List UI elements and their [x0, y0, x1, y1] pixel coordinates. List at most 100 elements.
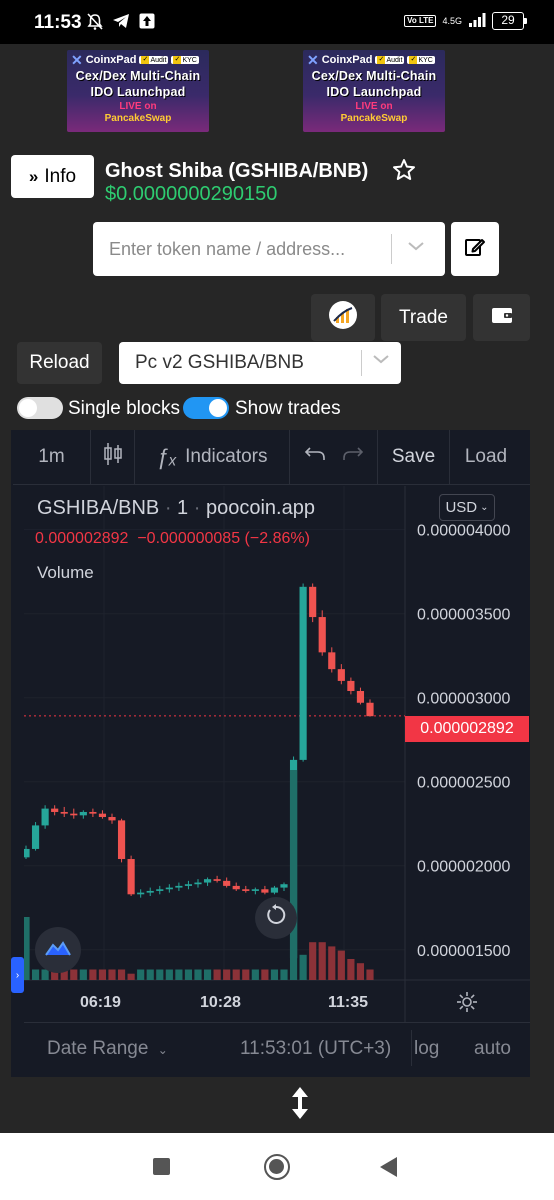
pair-select[interactable]: Pc v2 GSHIBA/BNB [119, 342, 401, 384]
banner-brand: CoinxPad [85, 54, 137, 66]
volume-bar [79, 969, 87, 980]
legend-dot: · [188, 497, 206, 519]
volume-bar [242, 969, 250, 980]
candle-body [194, 882, 202, 885]
legend-dot: · [159, 497, 178, 519]
log-scale-button[interactable]: log [414, 1038, 439, 1060]
y-tick-label: 0.000002500 [417, 775, 511, 792]
indicators-button[interactable]: ƒₓ Indicators [135, 429, 290, 485]
candle-body [165, 887, 173, 890]
check-icon: ✓ [173, 56, 182, 64]
candle-body [328, 652, 336, 670]
candle-body [79, 811, 87, 816]
kyc-text: KYC [418, 56, 433, 64]
chevron-down-icon: ⌄ [480, 502, 489, 513]
resize-handle-icon[interactable] [290, 1085, 310, 1129]
candle-body [356, 690, 365, 703]
date-range-button[interactable]: Date Range ⌄ [47, 1038, 168, 1060]
candle-body [98, 813, 107, 818]
volume-bar [31, 969, 40, 980]
volume-bar [299, 954, 307, 980]
info-button-label: Info [44, 165, 77, 187]
token-search[interactable] [93, 222, 445, 276]
chart-settings-icon[interactable] [456, 991, 478, 1019]
candle-body [366, 702, 374, 717]
candle-body [41, 808, 49, 826]
token-price: $0.0000000290150 [105, 183, 278, 205]
volume-bar [261, 969, 269, 980]
volume-bar [251, 969, 259, 980]
chart-legend-symbol: GSHIBA/BNB · 1 · poocoin.app [37, 497, 315, 520]
legend-change: −0.000000085 (−2.86%) [137, 530, 310, 547]
wallet-button[interactable] [473, 294, 530, 341]
volume-bar [98, 969, 107, 980]
poocoin-chart-icon [327, 299, 359, 337]
show-trades-toggle[interactable] [183, 397, 229, 419]
currency-label: USD [445, 499, 478, 516]
ad-banner-right[interactable]: ✕ CoinxPad ✓ Audit ✓ KYC Cex/Dex Multi-Cha… [303, 50, 445, 132]
candle-body [24, 848, 30, 858]
tradingview-logo[interactable] [35, 927, 81, 973]
volume-bar [223, 969, 231, 980]
legend-last-price: 0.000002892 [35, 530, 129, 547]
save-button[interactable]: Save [378, 429, 450, 485]
chevron-down-icon[interactable] [407, 236, 425, 257]
candle-body [318, 617, 326, 653]
auto-scale-button[interactable]: auto [474, 1038, 511, 1060]
indicators-label: Indicators [185, 446, 268, 467]
banner-header: ✕ CoinxPad ✓ Audit ✓ KYC [67, 50, 209, 68]
x-tick: 10:28 [200, 994, 241, 1011]
audit-badge: ✓ Audit [139, 56, 169, 64]
chart-logo-button[interactable] [311, 294, 375, 341]
drawing-toolbar-toggle[interactable]: › [11, 957, 24, 993]
volume-bar [175, 969, 183, 980]
load-button[interactable]: Load [450, 430, 522, 485]
interval-button[interactable]: 1m [13, 429, 91, 485]
back-button[interactable] [380, 1157, 397, 1177]
candle-body [184, 884, 193, 886]
kyc-text: KYC [182, 56, 197, 64]
reset-chart-button[interactable] [255, 897, 297, 939]
volte-icon: Vo LTE [404, 15, 437, 27]
info-button[interactable]: » Info [11, 155, 94, 198]
edit-icon [464, 236, 486, 263]
undo-icon[interactable] [304, 446, 326, 468]
banner-line2: IDO Launchpad [326, 85, 422, 99]
single-blocks-toggle[interactable] [17, 397, 63, 419]
volume-bar [108, 969, 116, 980]
banner-brand: CoinxPad [321, 54, 373, 66]
currency-button[interactable]: USD ⌄ [439, 494, 495, 521]
token-search-input[interactable] [93, 238, 383, 260]
trade-button[interactable]: Trade [381, 294, 466, 341]
candle-body [31, 825, 40, 849]
x-tick: 06:19 [80, 994, 121, 1011]
chevron-down-icon [372, 352, 390, 370]
reload-button[interactable]: Reload [17, 342, 102, 384]
audit-text: Audit [386, 56, 403, 64]
signal-icon [468, 12, 486, 30]
volume-bar [270, 969, 279, 980]
banner-exchange: PancakeSwap [104, 113, 172, 124]
volume-bar [184, 969, 193, 980]
show-trades-label: Show trades [235, 398, 341, 419]
ad-banner-left[interactable]: ✕ CoinxPad ✓ Audit ✓ KYC Cex/Dex Multi-Cha… [67, 50, 209, 132]
recent-apps-button[interactable] [153, 1158, 170, 1175]
candle-type-button[interactable] [91, 429, 135, 485]
volume-bar [203, 969, 212, 980]
candle-body [232, 885, 240, 890]
candle-body [89, 811, 97, 814]
candle-body [270, 887, 279, 893]
edit-button[interactable] [451, 222, 499, 276]
price-chart[interactable]: 0.000004000 0.000003500 0.000003000 0.00000… [24, 486, 530, 1022]
star-icon[interactable] [392, 158, 416, 189]
candle-body [146, 890, 154, 893]
redo-icon[interactable] [342, 446, 364, 468]
volume-bar [117, 969, 126, 980]
upload-notification-icon [138, 13, 156, 31]
home-button[interactable] [264, 1154, 290, 1180]
function-icon: ƒₓ [156, 444, 178, 469]
candle-body [213, 879, 221, 881]
legend-interval: 1 [177, 497, 189, 519]
battery-indicator: 29 [492, 12, 527, 30]
search-divider [391, 234, 392, 264]
